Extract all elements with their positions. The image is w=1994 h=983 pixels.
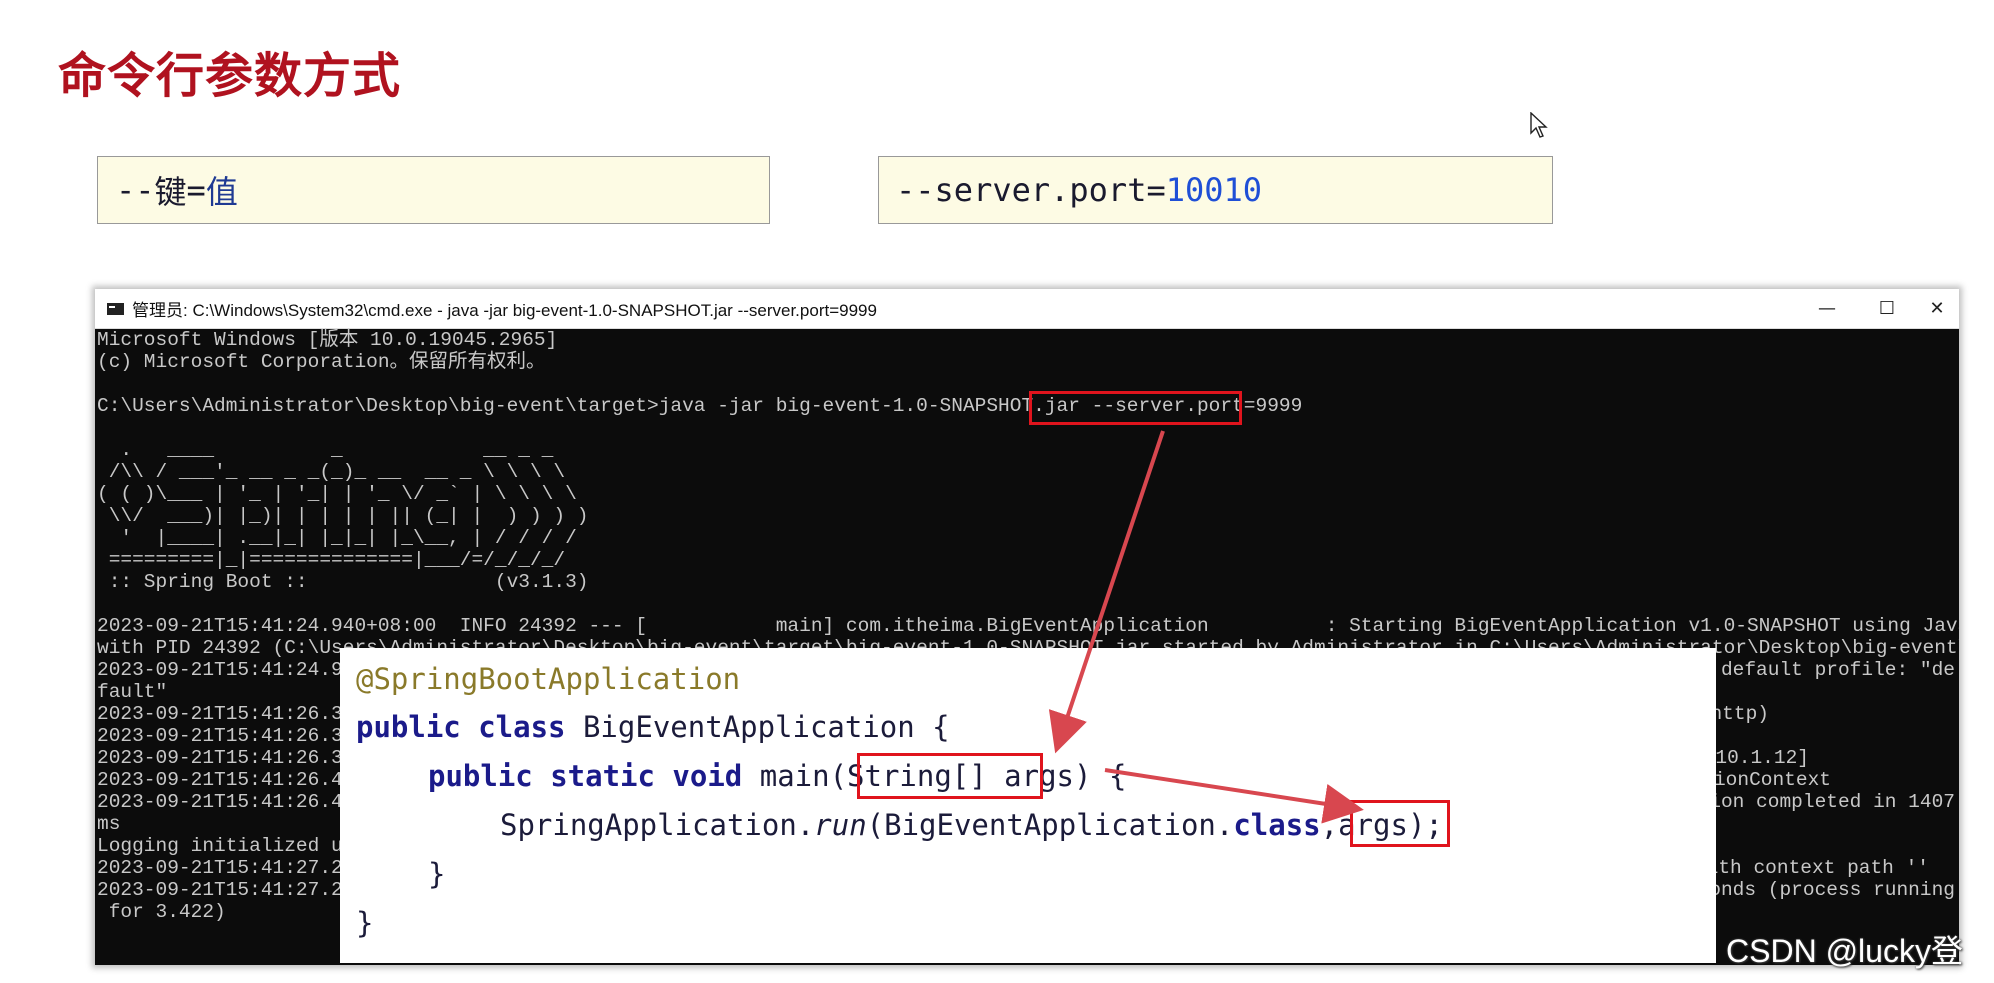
log-line: Logging initialized us [97,835,355,857]
cmd-titlebar[interactable]: 管理员: C:\Windows\System32\cmd.exe - java … [95,289,1959,329]
code-brace: } [428,857,446,891]
code-text: main( [742,759,848,793]
example-key: server.port [934,171,1147,209]
code-snippet: @SpringBootApplication public class BigE… [340,648,1716,963]
log-line: for 3.422) [97,901,226,923]
example-eq: = [1146,171,1166,209]
code-annotation: @SpringBootApplication [356,662,741,696]
spring-banner-line: /\\ / ___'_ __ _ _(_)_ __ __ _ \ \ \ \ [97,461,566,483]
code-keyword: public static void [428,759,743,793]
log-line: 2023-09-21T15:41:27.26 [97,879,355,901]
console-line: Microsoft Windows [版本 10.0.19045.2965] [97,329,558,351]
mouse-cursor-icon [1530,112,1548,138]
spring-banner-line: . ____ _ __ _ _ [97,439,554,461]
cmd-window-title: 管理员: C:\Windows\System32\cmd.exe - java … [132,301,877,320]
spring-banner-line: ( ( )\___ | '_ | '_| | '_ \/ _` | \ \ \ … [97,483,577,505]
log-fragment: http) [1710,703,1769,725]
csdn-watermark: CSDN @lucky登 [1726,933,1963,969]
spring-banner-line: ' |____| .__|_| |_|_| |_\__, | / / / / [97,527,577,549]
server-port-highlight [1029,391,1242,425]
code-text: BigEventApplication { [565,710,950,744]
console-line: (c) Microsoft Corporation。保留所有权利。 [97,351,546,373]
run-args-highlight [1350,800,1450,847]
log-line: 2023-09-21T15:41:26.41 [97,769,355,791]
log-fragment: ion completed in 1407 [1709,791,1955,813]
log-fragment: tionContext [1702,769,1831,791]
log-line: ms [97,813,121,835]
close-button[interactable]: ✕ [1907,289,1959,328]
log-line: 2023-09-21T15:41:24.940+08:00 INFO 24392… [97,615,1959,637]
code-brace: } [356,906,374,940]
syntax-prefix: -- [116,171,155,209]
spring-banner-line: \\/ ___)| |_)| | | | | || (_| | ) ) ) ) [97,505,589,527]
code-text: (BigEventApplication. [866,808,1234,842]
code-keyword: public class [356,710,566,744]
code-run-line: SpringApplication.run(BigEventApplicatio… [500,808,1443,842]
log-fragment: with context path '' [1694,857,1929,879]
code-text: , [1320,808,1339,842]
log-line: 2023-09-21T15:41:26.31 [97,703,355,725]
spring-banner-line: =========|_|==============|___/=/_/_/_/ [97,549,566,571]
code-method: run [814,808,867,842]
cmd-app-icon [107,302,124,315]
log-line: 2023-09-21T15:41:26.32 [97,725,355,747]
log-line: 2023-09-21T15:41:24.94 [97,659,355,681]
syntax-value: 值 [205,173,238,211]
log-line: 2023-09-21T15:41:26.41 [97,791,355,813]
log-line: fault" [97,681,168,703]
log-fragment: l default profile: "de [1697,659,1955,681]
syntax-box: -- 键 = 值 [97,156,770,224]
spring-boot-version: :: Spring Boot :: (v3.1.3) [97,571,589,593]
code-keyword: class [1233,808,1321,842]
syntax-eq: = [186,171,206,209]
example-box: -- server.port = 10010 [878,156,1553,224]
syntax-key: 键 [154,173,187,211]
code-text: SpringApplication. [500,808,815,842]
minimize-button[interactable]: — [1797,289,1857,328]
log-fragment: 10.1.12] [1715,747,1809,769]
string-args-highlight [857,753,1043,799]
code-text: ) { [1074,759,1127,793]
example-prefix: -- [896,171,935,209]
log-fragment: conds (process running [1697,879,1955,901]
slide-title: 命令行参数方式 [58,48,402,104]
example-value: 10010 [1165,171,1263,209]
log-line: 2023-09-21T15:41:26.32 [97,747,355,769]
log-line: 2023-09-21T15:41:27.23 [97,857,355,879]
code-class-line: public class BigEventApplication { [356,710,950,744]
